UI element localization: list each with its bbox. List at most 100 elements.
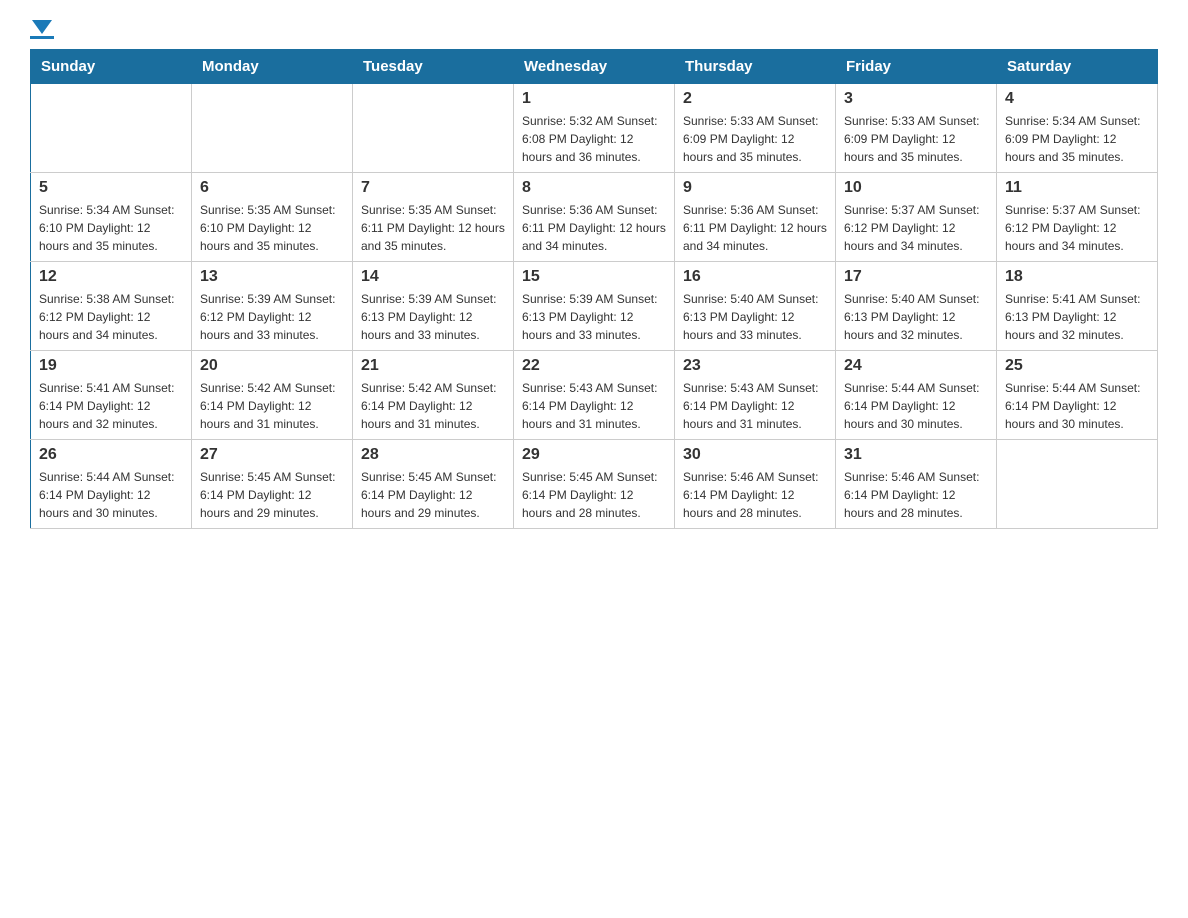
day-number: 17 bbox=[844, 268, 988, 286]
calendar-cell bbox=[31, 84, 192, 173]
day-info: Sunrise: 5:33 AM Sunset: 6:09 PM Dayligh… bbox=[683, 112, 827, 166]
day-header-tuesday: Tuesday bbox=[353, 50, 514, 84]
day-number: 26 bbox=[39, 446, 183, 464]
day-number: 31 bbox=[844, 446, 988, 464]
day-info: Sunrise: 5:35 AM Sunset: 6:10 PM Dayligh… bbox=[200, 201, 344, 255]
day-info: Sunrise: 5:42 AM Sunset: 6:14 PM Dayligh… bbox=[361, 379, 505, 433]
day-number: 16 bbox=[683, 268, 827, 286]
day-info: Sunrise: 5:44 AM Sunset: 6:14 PM Dayligh… bbox=[1005, 379, 1149, 433]
calendar-cell: 3 Sunrise: 5:33 AM Sunset: 6:09 PM Daylig… bbox=[836, 84, 997, 173]
day-number: 21 bbox=[361, 357, 505, 375]
day-info: Sunrise: 5:44 AM Sunset: 6:14 PM Dayligh… bbox=[39, 468, 183, 522]
day-header-thursday: Thursday bbox=[675, 50, 836, 84]
page-header bbox=[30, 20, 1158, 39]
calendar-cell: 28Sunrise: 5:45 AM Sunset: 6:14 PM Dayli… bbox=[353, 440, 514, 529]
day-number: 8 bbox=[522, 179, 666, 197]
calendar-cell: 31 Sunrise: 5:46 AM Sunset: 6:14 PM Dayli… bbox=[836, 440, 997, 529]
calendar-cell: 13 Sunrise: 5:39 AM Sunset: 6:12 PM Dayli… bbox=[192, 262, 353, 351]
day-number: 18 bbox=[1005, 268, 1149, 286]
calendar-week-row: 1 Sunrise: 5:32 AM Sunset: 6:08 PM Daylig… bbox=[31, 84, 1158, 173]
day-number: 7 bbox=[361, 179, 505, 197]
calendar-cell: 4 Sunrise: 5:34 AM Sunset: 6:09 PM Daylig… bbox=[997, 84, 1158, 173]
day-info: Sunrise: 5:46 AM Sunset: 6:14 PM Dayligh… bbox=[844, 468, 988, 522]
calendar-week-row: 19 Sunrise: 5:41 AM Sunset: 6:14 PM Dayli… bbox=[31, 351, 1158, 440]
day-header-monday: Monday bbox=[192, 50, 353, 84]
logo bbox=[30, 20, 54, 39]
logo-arrow-icon bbox=[32, 20, 52, 34]
day-info: Sunrise: 5:34 AM Sunset: 6:09 PM Dayligh… bbox=[1005, 112, 1149, 166]
day-number: 13 bbox=[200, 268, 344, 286]
calendar-cell: 1 Sunrise: 5:32 AM Sunset: 6:08 PM Daylig… bbox=[514, 84, 675, 173]
day-number: 10 bbox=[844, 179, 988, 197]
day-info: Sunrise: 5:43 AM Sunset: 6:14 PM Dayligh… bbox=[522, 379, 666, 433]
calendar-cell: 25Sunrise: 5:44 AM Sunset: 6:14 PM Dayli… bbox=[997, 351, 1158, 440]
day-info: Sunrise: 5:40 AM Sunset: 6:13 PM Dayligh… bbox=[683, 290, 827, 344]
calendar-week-row: 26 Sunrise: 5:44 AM Sunset: 6:14 PM Dayli… bbox=[31, 440, 1158, 529]
calendar-cell bbox=[192, 84, 353, 173]
day-number: 20 bbox=[200, 357, 344, 375]
day-info: Sunrise: 5:36 AM Sunset: 6:11 PM Dayligh… bbox=[522, 201, 666, 255]
day-number: 24 bbox=[844, 357, 988, 375]
day-number: 5 bbox=[39, 179, 183, 197]
day-info: Sunrise: 5:32 AM Sunset: 6:08 PM Dayligh… bbox=[522, 112, 666, 166]
day-info: Sunrise: 5:37 AM Sunset: 6:12 PM Dayligh… bbox=[844, 201, 988, 255]
calendar-cell: 23 Sunrise: 5:43 AM Sunset: 6:14 PM Dayli… bbox=[675, 351, 836, 440]
calendar-cell: 10 Sunrise: 5:37 AM Sunset: 6:12 PM Dayli… bbox=[836, 173, 997, 262]
day-number: 19 bbox=[39, 357, 183, 375]
calendar-cell: 14 Sunrise: 5:39 AM Sunset: 6:13 PM Dayli… bbox=[353, 262, 514, 351]
calendar-cell: 26 Sunrise: 5:44 AM Sunset: 6:14 PM Dayli… bbox=[31, 440, 192, 529]
day-number: 30 bbox=[683, 446, 827, 464]
day-number: 12 bbox=[39, 268, 183, 286]
day-number: 6 bbox=[200, 179, 344, 197]
calendar-cell: 27 Sunrise: 5:45 AM Sunset: 6:14 PM Dayli… bbox=[192, 440, 353, 529]
calendar-cell: 2 Sunrise: 5:33 AM Sunset: 6:09 PM Daylig… bbox=[675, 84, 836, 173]
day-number: 23 bbox=[683, 357, 827, 375]
day-info: Sunrise: 5:43 AM Sunset: 6:14 PM Dayligh… bbox=[683, 379, 827, 433]
day-number: 11 bbox=[1005, 179, 1149, 197]
day-number: 3 bbox=[844, 90, 988, 108]
calendar-cell: 15Sunrise: 5:39 AM Sunset: 6:13 PM Dayli… bbox=[514, 262, 675, 351]
calendar-cell: 7Sunrise: 5:35 AM Sunset: 6:11 PM Daylig… bbox=[353, 173, 514, 262]
calendar-cell: 30 Sunrise: 5:46 AM Sunset: 6:14 PM Dayli… bbox=[675, 440, 836, 529]
calendar-cell: 6 Sunrise: 5:35 AM Sunset: 6:10 PM Daylig… bbox=[192, 173, 353, 262]
calendar-cell: 19 Sunrise: 5:41 AM Sunset: 6:14 PM Dayli… bbox=[31, 351, 192, 440]
day-number: 4 bbox=[1005, 90, 1149, 108]
calendar-header-row: SundayMondayTuesdayWednesdayThursdayFrid… bbox=[31, 50, 1158, 84]
day-number: 14 bbox=[361, 268, 505, 286]
calendar-cell: 21 Sunrise: 5:42 AM Sunset: 6:14 PM Dayli… bbox=[353, 351, 514, 440]
day-info: Sunrise: 5:44 AM Sunset: 6:14 PM Dayligh… bbox=[844, 379, 988, 433]
day-number: 29 bbox=[522, 446, 666, 464]
calendar-cell bbox=[353, 84, 514, 173]
calendar-week-row: 12Sunrise: 5:38 AM Sunset: 6:12 PM Dayli… bbox=[31, 262, 1158, 351]
calendar-cell: 5 Sunrise: 5:34 AM Sunset: 6:10 PM Daylig… bbox=[31, 173, 192, 262]
day-number: 2 bbox=[683, 90, 827, 108]
day-info: Sunrise: 5:40 AM Sunset: 6:13 PM Dayligh… bbox=[844, 290, 988, 344]
logo-underline bbox=[30, 36, 54, 39]
calendar-cell: 8 Sunrise: 5:36 AM Sunset: 6:11 PM Daylig… bbox=[514, 173, 675, 262]
day-number: 1 bbox=[522, 90, 666, 108]
calendar-cell: 11 Sunrise: 5:37 AM Sunset: 6:12 PM Dayli… bbox=[997, 173, 1158, 262]
day-info: Sunrise: 5:34 AM Sunset: 6:10 PM Dayligh… bbox=[39, 201, 183, 255]
day-info: Sunrise: 5:41 AM Sunset: 6:14 PM Dayligh… bbox=[39, 379, 183, 433]
calendar-cell: 24 Sunrise: 5:44 AM Sunset: 6:14 PM Dayli… bbox=[836, 351, 997, 440]
day-header-saturday: Saturday bbox=[997, 50, 1158, 84]
calendar-table: SundayMondayTuesdayWednesdayThursdayFrid… bbox=[30, 49, 1158, 529]
day-info: Sunrise: 5:39 AM Sunset: 6:12 PM Dayligh… bbox=[200, 290, 344, 344]
calendar-cell: 17 Sunrise: 5:40 AM Sunset: 6:13 PM Dayli… bbox=[836, 262, 997, 351]
day-number: 22 bbox=[522, 357, 666, 375]
day-number: 9 bbox=[683, 179, 827, 197]
day-header-sunday: Sunday bbox=[31, 50, 192, 84]
day-info: Sunrise: 5:37 AM Sunset: 6:12 PM Dayligh… bbox=[1005, 201, 1149, 255]
calendar-week-row: 5 Sunrise: 5:34 AM Sunset: 6:10 PM Daylig… bbox=[31, 173, 1158, 262]
calendar-cell: 9Sunrise: 5:36 AM Sunset: 6:11 PM Daylig… bbox=[675, 173, 836, 262]
day-info: Sunrise: 5:33 AM Sunset: 6:09 PM Dayligh… bbox=[844, 112, 988, 166]
day-info: Sunrise: 5:42 AM Sunset: 6:14 PM Dayligh… bbox=[200, 379, 344, 433]
day-info: Sunrise: 5:45 AM Sunset: 6:14 PM Dayligh… bbox=[200, 468, 344, 522]
day-info: Sunrise: 5:45 AM Sunset: 6:14 PM Dayligh… bbox=[522, 468, 666, 522]
day-number: 27 bbox=[200, 446, 344, 464]
day-header-friday: Friday bbox=[836, 50, 997, 84]
day-info: Sunrise: 5:46 AM Sunset: 6:14 PM Dayligh… bbox=[683, 468, 827, 522]
day-info: Sunrise: 5:39 AM Sunset: 6:13 PM Dayligh… bbox=[361, 290, 505, 344]
calendar-cell: 20 Sunrise: 5:42 AM Sunset: 6:14 PM Dayli… bbox=[192, 351, 353, 440]
day-number: 28 bbox=[361, 446, 505, 464]
